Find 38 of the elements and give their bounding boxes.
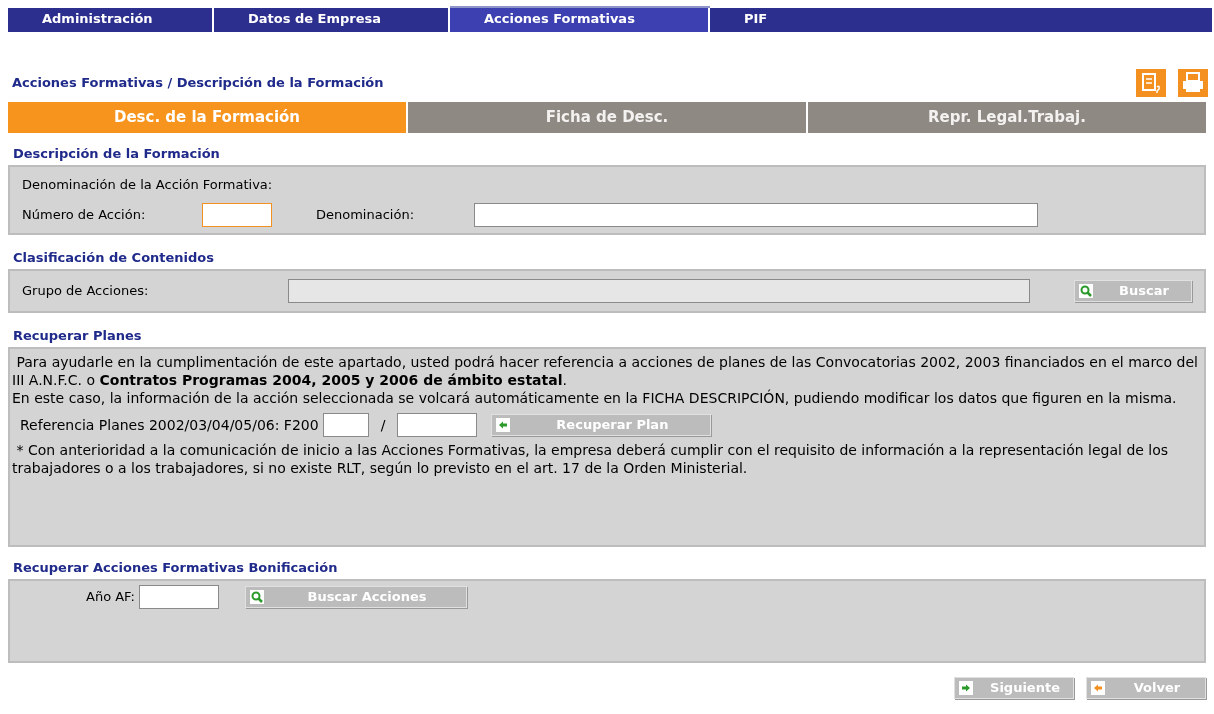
separator-text: / — [380, 416, 386, 434]
plan-year-field[interactable] — [322, 413, 369, 437]
field-label: Número de Acción: — [22, 205, 147, 224]
section-title: Recuperar Acciones Formativas Bonificación — [12, 559, 339, 577]
section-title: Descripción de la Formación — [12, 145, 221, 163]
number-field[interactable] — [202, 202, 272, 227]
right-arrow-icon — [959, 681, 973, 695]
nav-tab[interactable]: Datos de Empresa — [214, 8, 450, 32]
tab[interactable]: Desc. de la Formación — [8, 102, 406, 133]
info-paragraph: En este caso, la información de la acción seleccionada se volcará automáticamente en la FICHA DESCRIPCIÓN, pudiendo modificar los datos que figuren en la misma. — [12, 389, 1178, 407]
breadcrumb: Acciones Formativas / Descripción de la Formación — [12, 74, 384, 93]
document-help-icon[interactable] — [1136, 69, 1166, 97]
section-title: Clasificación de Contenidos — [12, 249, 216, 267]
magnifier-icon — [1079, 284, 1093, 298]
field-label: Grupo de Acciones: — [22, 282, 150, 301]
tab[interactable]: Repr. Legal.Trabaj. — [808, 102, 1206, 133]
field-label: Año AF: — [86, 588, 135, 607]
name-field[interactable] — [474, 202, 1038, 227]
printer-icon[interactable] — [1178, 69, 1208, 97]
field-label: Denominación de la Acción Formativa: — [22, 176, 274, 194]
magnifier-icon — [249, 590, 264, 604]
field-label: Referencia Planes 2002/03/04/05/06: F200 — [20, 416, 319, 434]
nav-tab[interactable]: PIF — [710, 8, 1214, 32]
tab[interactable]: Ficha de Desc. — [408, 102, 806, 133]
field-label: Denominación: — [316, 205, 415, 224]
nav-tab[interactable]: Administración — [8, 8, 214, 32]
plan-number-field[interactable] — [397, 413, 478, 437]
note-text: * Con anterioridad a la comunicación de inicio a las Acciones Formativas, la empresa deberá cumplir con el requisito de información a la representación legal de los trabajadores o a los trabajadores, si no existe RLT, según lo previsto en el art. 17 de la Orden Ministerial. — [12, 441, 1170, 477]
section-title: Recuperar Planes — [12, 327, 143, 345]
next-button[interactable]: Siguiente — [954, 677, 1074, 699]
year-field[interactable] — [138, 585, 219, 609]
left-arrow-icon — [1091, 681, 1105, 695]
left-arrow-icon — [496, 418, 511, 432]
recover-plan-button[interactable]: Recuperar Plan — [491, 414, 712, 436]
back-button[interactable]: Volver — [1086, 677, 1206, 699]
info-paragraph: Para ayudarle en la cumplimentación de este apartado, usted podrá hacer referencia a acciones de planes de las Convocatorias 2002, 2003 financiados en el marco del III A.N.F.C. o Contratos Programas 2004, 2005 y 2006 de ámbito estatal. — [12, 353, 1199, 389]
search-actions-button[interactable]: Buscar Acciones — [244, 586, 467, 608]
nav-tab[interactable]: Acciones Formativas — [450, 8, 710, 32]
